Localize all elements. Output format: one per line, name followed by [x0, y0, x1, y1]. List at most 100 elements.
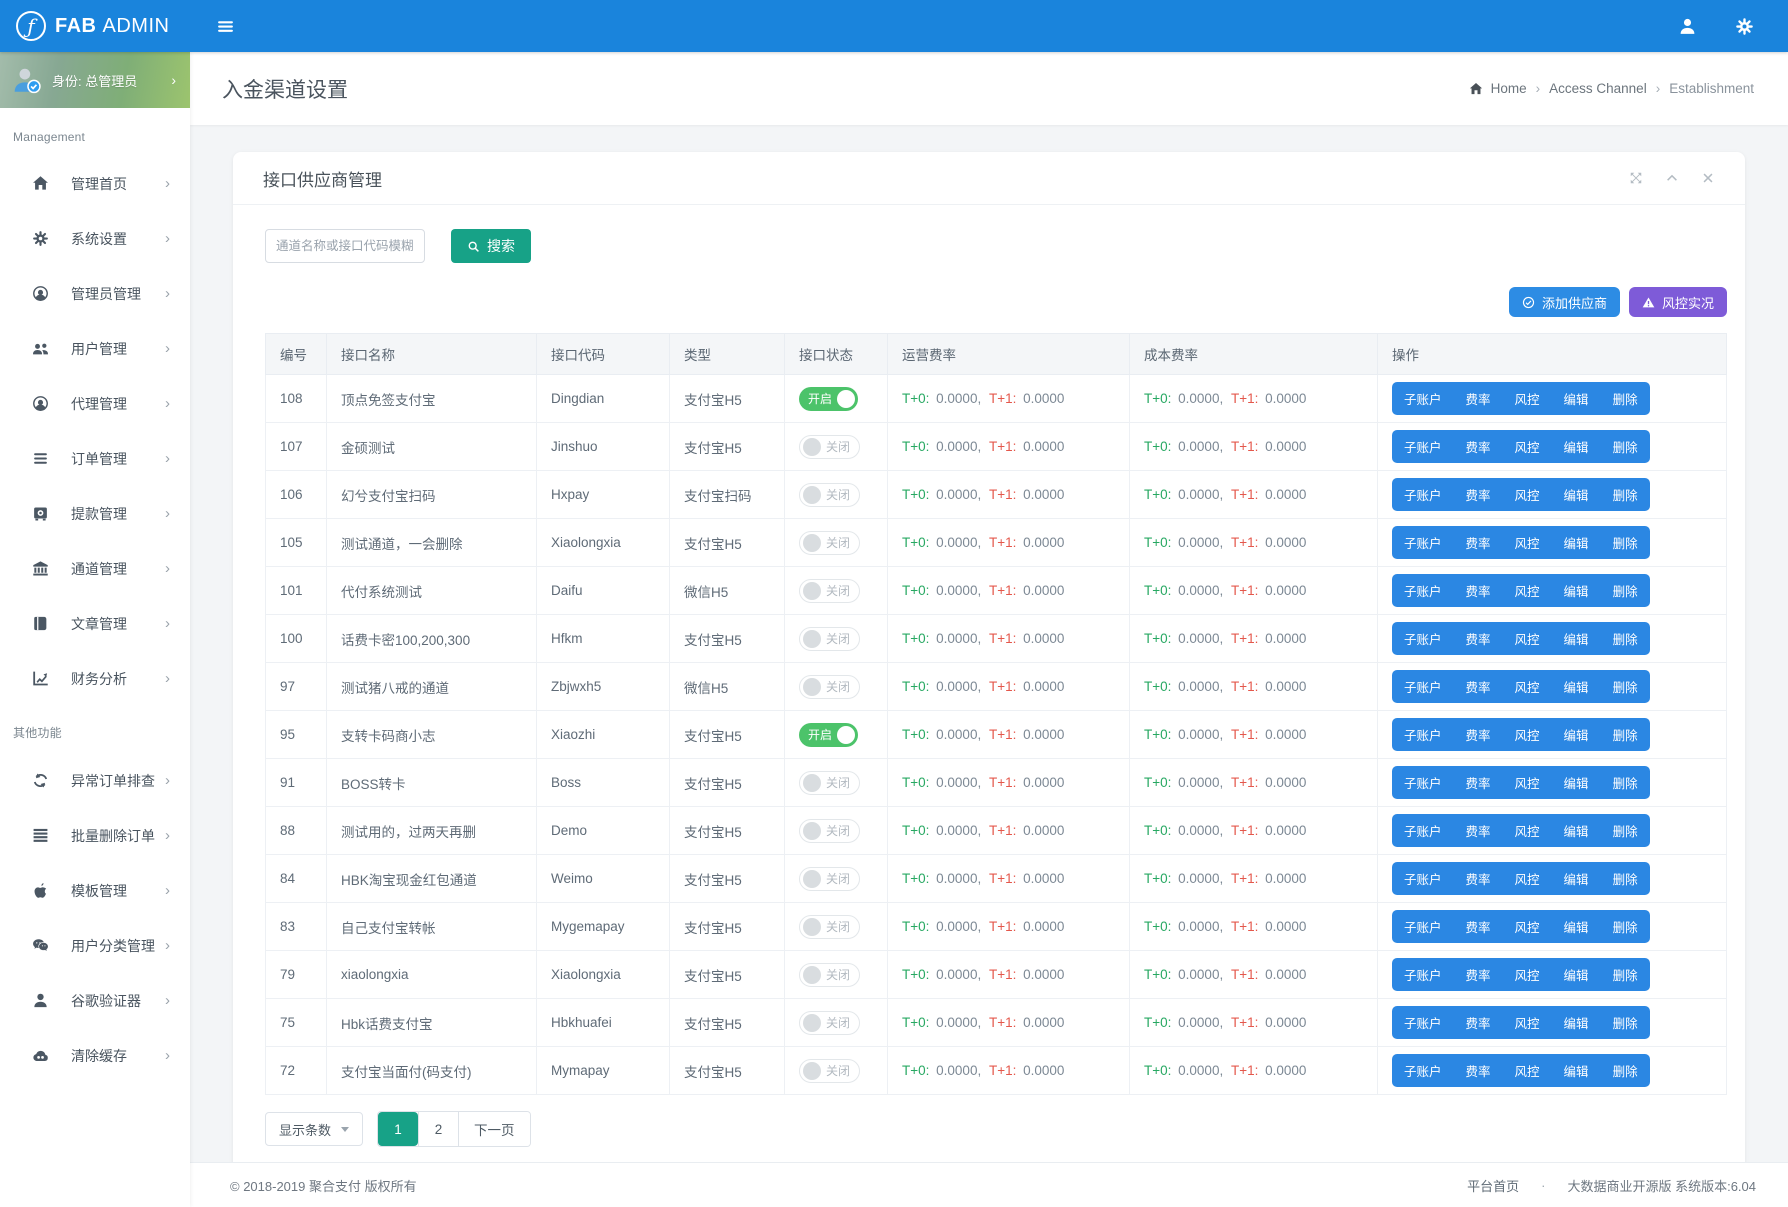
delete-button[interactable]: 删除	[1600, 622, 1650, 655]
status-toggle[interactable]: 关闭	[799, 674, 861, 699]
edit-button[interactable]: 编辑	[1551, 478, 1601, 511]
edit-button[interactable]: 编辑	[1551, 574, 1601, 607]
page-button-2[interactable]: 2	[418, 1112, 459, 1146]
rate-button[interactable]: 费率	[1453, 718, 1503, 751]
delete-button[interactable]: 删除	[1600, 670, 1650, 703]
rate-button[interactable]: 费率	[1453, 1006, 1503, 1039]
delete-button[interactable]: 删除	[1600, 574, 1650, 607]
collapse-icon[interactable]	[1665, 171, 1679, 185]
subaccount-button[interactable]: 子账户	[1392, 1054, 1454, 1087]
delete-button[interactable]: 删除	[1600, 958, 1650, 991]
search-input[interactable]	[265, 229, 425, 263]
sidebar-item-user-category[interactable]: 用户分类管理	[0, 918, 190, 973]
risk-button[interactable]: 风控	[1502, 910, 1552, 943]
status-toggle[interactable]: 关闭	[799, 866, 861, 891]
delete-button[interactable]: 删除	[1600, 910, 1650, 943]
edit-button[interactable]: 编辑	[1551, 958, 1601, 991]
status-toggle[interactable]: 关闭	[799, 914, 861, 939]
risk-button[interactable]: 风控	[1502, 766, 1552, 799]
sidebar-item-user-management[interactable]: 用户管理	[0, 321, 190, 376]
sidebar-item-order-management[interactable]: 订单管理	[0, 431, 190, 486]
sidebar-item-batch-delete-orders[interactable]: 批量删除订单	[0, 808, 190, 863]
brand[interactable]: ƒ FAB ADMIN	[0, 0, 190, 52]
sidebar-item-article-management[interactable]: 文章管理	[0, 596, 190, 651]
sidebar-item-agent-management[interactable]: 代理管理	[0, 376, 190, 431]
subaccount-button[interactable]: 子账户	[1392, 670, 1454, 703]
page-button-1[interactable]: 1	[378, 1112, 419, 1146]
edit-button[interactable]: 编辑	[1551, 1006, 1601, 1039]
rate-button[interactable]: 费率	[1453, 766, 1503, 799]
rate-button[interactable]: 费率	[1453, 622, 1503, 655]
sidebar-item-clear-cache[interactable]: 清除缓存	[0, 1028, 190, 1083]
sidebar-item-admin-management[interactable]: 管理员管理	[0, 266, 190, 321]
subaccount-button[interactable]: 子账户	[1392, 1006, 1454, 1039]
edit-button[interactable]: 编辑	[1551, 526, 1601, 559]
edit-button[interactable]: 编辑	[1551, 1054, 1601, 1087]
delete-button[interactable]: 删除	[1600, 718, 1650, 751]
rate-button[interactable]: 费率	[1453, 574, 1503, 607]
risk-button[interactable]: 风控	[1502, 1006, 1552, 1039]
delete-button[interactable]: 删除	[1600, 1054, 1650, 1087]
risk-button[interactable]: 风控	[1502, 574, 1552, 607]
menu-toggle-icon[interactable]	[211, 12, 240, 41]
subaccount-button[interactable]: 子账户	[1392, 862, 1454, 895]
edit-button[interactable]: 编辑	[1551, 382, 1601, 415]
sidebar-item-system-settings[interactable]: 系统设置	[0, 211, 190, 266]
sidebar-item-finance-analysis[interactable]: 财务分析	[0, 651, 190, 706]
edit-button[interactable]: 编辑	[1551, 814, 1601, 847]
status-toggle[interactable]: 开启	[799, 386, 859, 411]
sidebar-item-template-management[interactable]: 模板管理	[0, 863, 190, 918]
sidebar-item-google-authenticator[interactable]: 谷歌验证器	[0, 973, 190, 1028]
page-size-dropdown[interactable]: 显示条数	[265, 1112, 364, 1146]
rate-button[interactable]: 费率	[1453, 670, 1503, 703]
risk-button[interactable]: 风控	[1502, 814, 1552, 847]
subaccount-button[interactable]: 子账户	[1392, 430, 1454, 463]
status-toggle[interactable]: 开启	[799, 722, 859, 747]
rate-button[interactable]: 费率	[1453, 526, 1503, 559]
status-toggle[interactable]: 关闭	[799, 962, 861, 987]
subaccount-button[interactable]: 子账户	[1392, 910, 1454, 943]
expand-icon[interactable]	[1629, 171, 1643, 185]
status-toggle[interactable]: 关闭	[799, 482, 861, 507]
delete-button[interactable]: 删除	[1600, 1006, 1650, 1039]
rate-button[interactable]: 费率	[1453, 382, 1503, 415]
edit-button[interactable]: 编辑	[1551, 718, 1601, 751]
breadcrumb-home[interactable]: Home	[1491, 81, 1550, 96]
subaccount-button[interactable]: 子账户	[1392, 382, 1454, 415]
delete-button[interactable]: 删除	[1600, 430, 1650, 463]
edit-button[interactable]: 编辑	[1551, 670, 1601, 703]
status-toggle[interactable]: 关闭	[799, 1058, 861, 1083]
settings-icon[interactable]	[1729, 11, 1760, 42]
risk-button[interactable]: 风控	[1502, 622, 1552, 655]
risk-button[interactable]: 风控	[1502, 958, 1552, 991]
delete-button[interactable]: 删除	[1600, 766, 1650, 799]
rate-button[interactable]: 费率	[1453, 958, 1503, 991]
delete-button[interactable]: 删除	[1600, 478, 1650, 511]
subaccount-button[interactable]: 子账户	[1392, 526, 1454, 559]
status-toggle[interactable]: 关闭	[799, 770, 861, 795]
breadcrumb-establishment[interactable]: Establishment	[1669, 81, 1754, 96]
status-toggle[interactable]: 关闭	[799, 626, 861, 651]
status-toggle[interactable]: 关闭	[799, 578, 861, 603]
edit-button[interactable]: 编辑	[1551, 766, 1601, 799]
delete-button[interactable]: 删除	[1600, 814, 1650, 847]
edit-button[interactable]: 编辑	[1551, 910, 1601, 943]
rate-button[interactable]: 费率	[1453, 478, 1503, 511]
search-button[interactable]: 搜索	[451, 229, 531, 263]
subaccount-button[interactable]: 子账户	[1392, 718, 1454, 751]
risk-button[interactable]: 风控	[1502, 526, 1552, 559]
sidebar-item-abnormal-orders[interactable]: 异常订单排查	[0, 753, 190, 808]
subaccount-button[interactable]: 子账户	[1392, 574, 1454, 607]
risk-button[interactable]: 风控	[1502, 382, 1552, 415]
risk-button[interactable]: 风控	[1502, 430, 1552, 463]
delete-button[interactable]: 删除	[1600, 382, 1650, 415]
platform-home-link[interactable]: 平台首页	[1467, 1176, 1519, 1195]
rate-button[interactable]: 费率	[1453, 814, 1503, 847]
delete-button[interactable]: 删除	[1600, 526, 1650, 559]
sidebar-item-withdraw-management[interactable]: 提款管理	[0, 486, 190, 541]
risk-button[interactable]: 风控	[1502, 670, 1552, 703]
delete-button[interactable]: 删除	[1600, 862, 1650, 895]
rate-button[interactable]: 费率	[1453, 1054, 1503, 1087]
subaccount-button[interactable]: 子账户	[1392, 622, 1454, 655]
close-icon[interactable]	[1701, 171, 1715, 185]
